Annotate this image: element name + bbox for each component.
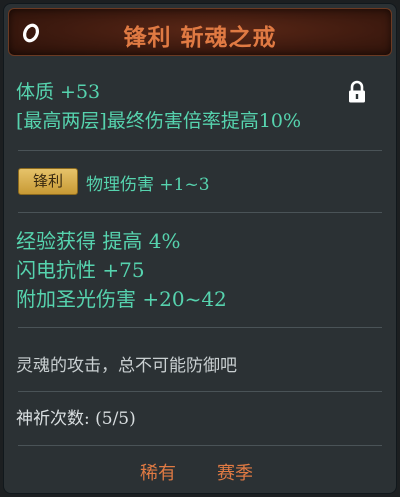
item-title: 锋利 斩魂之戒 bbox=[123, 24, 277, 51]
lightning-resist-stat: 闪电抗性 +75 bbox=[16, 258, 145, 282]
divider bbox=[18, 212, 382, 213]
divider bbox=[18, 150, 382, 151]
prayer-count: 神祈次数: (5/5) bbox=[16, 409, 136, 429]
divider bbox=[18, 391, 382, 392]
flavor-text: 灵魂的攻击，总不可能防御吧 bbox=[16, 356, 237, 376]
item-tooltip: 锋利 斩魂之戒 体质 +53 [最高两层]最终伤害倍率提高10% 锋利 物理伤害… bbox=[3, 3, 397, 494]
affix-badge: 锋利 bbox=[18, 168, 78, 195]
affix-stat: 物理伤害 +1~3 bbox=[86, 175, 210, 195]
passive-stat: [最高两层]最终伤害倍率提高10% bbox=[16, 110, 302, 132]
vitality-stat: 体质 +53 bbox=[16, 81, 101, 103]
lock-icon[interactable] bbox=[347, 80, 367, 104]
rarity-label: 稀有 bbox=[140, 463, 176, 484]
exp-bonus-stat: 经验获得 提高 4% bbox=[16, 229, 181, 253]
season-label: 赛季 bbox=[217, 463, 253, 484]
item-header: 锋利 斩魂之戒 bbox=[8, 8, 392, 56]
holy-damage-stat: 附加圣光伤害 +20~42 bbox=[16, 287, 227, 311]
divider bbox=[18, 327, 382, 328]
divider bbox=[18, 445, 382, 446]
